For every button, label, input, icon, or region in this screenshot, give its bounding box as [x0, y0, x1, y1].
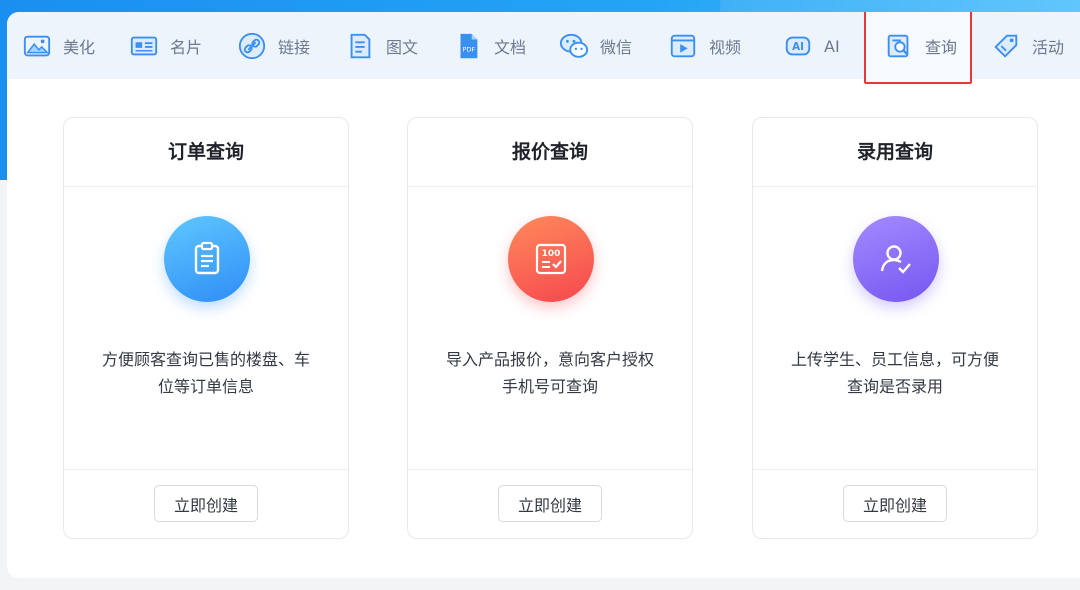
description-line: 位等订单信息	[157, 377, 254, 396]
link-icon	[236, 30, 268, 62]
tab-graphic[interactable]: 图文	[344, 29, 418, 63]
tab-label: 文档	[494, 38, 527, 57]
tab-label: 视频	[709, 38, 742, 57]
category-tab-bar: 美化 名片 链接 图文 PDF 文档 微信 视频 AI AI 查询 活动	[7, 12, 1080, 84]
card-title: 订单查询	[64, 118, 348, 187]
score-100-icon: 100	[508, 216, 594, 302]
tab-label: 名片	[170, 38, 203, 57]
create-now-button[interactable]: 立即创建	[843, 485, 947, 522]
create-now-button[interactable]: 立即创建	[498, 485, 602, 522]
activity-tag-icon	[990, 30, 1022, 62]
main-panel: 美化 名片 链接 图文 PDF 文档 微信 视频 AI AI 查询 活动 订单查…	[7, 12, 1080, 578]
tab-query[interactable]: 查询	[883, 29, 957, 63]
user-check-icon	[853, 216, 939, 302]
description-line: 查询是否录用	[846, 377, 943, 396]
wechat-icon	[558, 30, 590, 62]
tab-label: 查询	[925, 38, 958, 57]
tab-link[interactable]: 链接	[236, 29, 310, 63]
tab-activity[interactable]: 活动	[990, 29, 1064, 63]
tab-label: AI	[824, 36, 840, 56]
tab-label: 活动	[1032, 38, 1065, 57]
tab-document[interactable]: PDF 文档	[452, 29, 526, 63]
tab-video[interactable]: 视频	[667, 29, 741, 63]
tab-label: 链接	[278, 38, 311, 57]
card-title: 报价查询	[408, 118, 692, 187]
card-title: 录用查询	[753, 118, 1037, 187]
card-order-query: 订单查询 方便顾客查询已售的楼盘、车 位等订单信息 立即创建	[63, 117, 349, 539]
tab-label: 微信	[600, 38, 633, 57]
card-description: 上传学生、员工信息，可方便 查询是否录用	[777, 346, 1013, 400]
svg-text:PDF: PDF	[463, 46, 476, 54]
description-line: 方便顾客查询已售的楼盘、车	[101, 350, 310, 369]
card-footer: 立即创建	[753, 469, 1037, 538]
description-line: 上传学生、员工信息，可方便	[790, 350, 999, 369]
create-now-button[interactable]: 立即创建	[154, 485, 258, 522]
tab-wechat[interactable]: 微信	[558, 29, 632, 63]
document-text-icon	[344, 30, 376, 62]
card-description: 导入产品报价，意向客户授权 手机号可查询	[432, 346, 668, 400]
card-footer: 立即创建	[408, 469, 692, 538]
tab-label: 美化	[63, 38, 96, 57]
card-footer: 立即创建	[64, 469, 348, 538]
card-quote-query: 报价查询 100 导入产品报价，意向客户授权 手机号可查询 立即创建	[407, 117, 693, 539]
card-description: 方便顾客查询已售的楼盘、车 位等订单信息	[88, 346, 324, 400]
svg-text:AI: AI	[792, 41, 804, 53]
description-line: 手机号可查询	[501, 377, 598, 396]
pdf-file-icon: PDF	[452, 30, 484, 62]
video-icon	[667, 30, 699, 62]
card-admission-query: 录用查询 上传学生、员工信息，可方便 查询是否录用 立即创建	[752, 117, 1038, 539]
clipboard-icon	[164, 216, 250, 302]
tab-beautify[interactable]: 美化	[21, 29, 95, 63]
tab-label: 图文	[386, 38, 419, 57]
image-icon	[21, 30, 53, 62]
ai-icon: AI	[782, 30, 814, 62]
id-card-icon	[128, 30, 160, 62]
description-line: 导入产品报价，意向客户授权	[445, 350, 654, 369]
search-document-icon	[883, 30, 915, 62]
tab-ai[interactable]: AI AI	[782, 29, 840, 63]
svg-text:100: 100	[542, 249, 561, 259]
tab-business-card[interactable]: 名片	[128, 29, 202, 63]
